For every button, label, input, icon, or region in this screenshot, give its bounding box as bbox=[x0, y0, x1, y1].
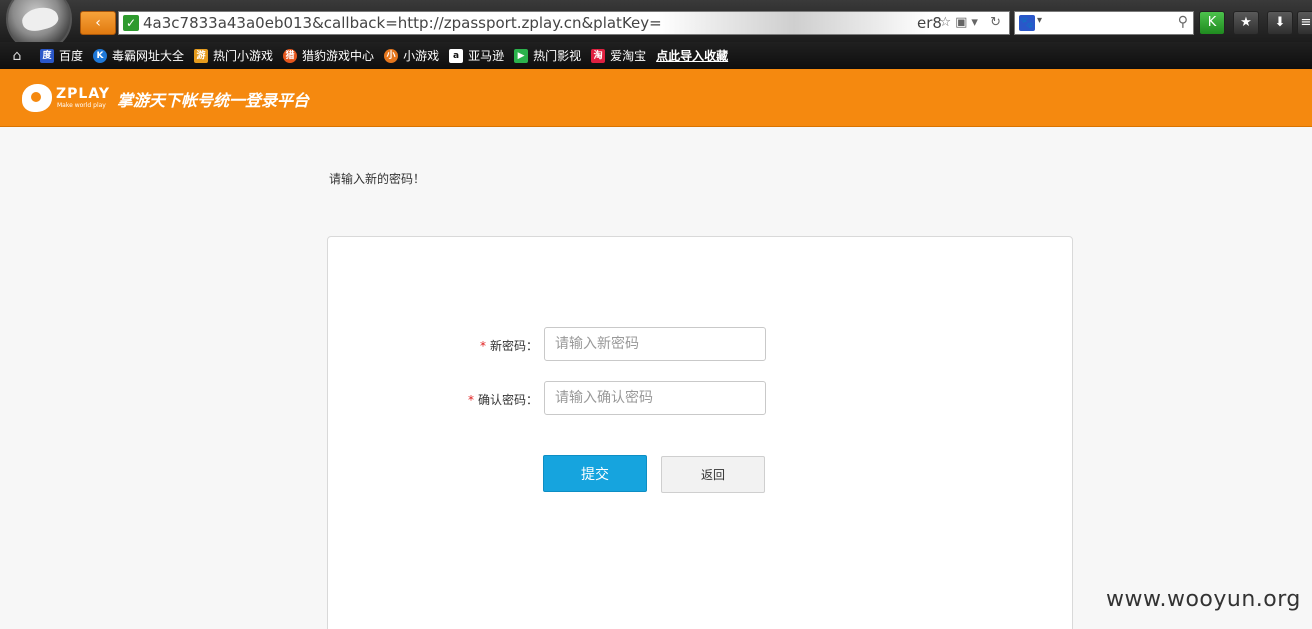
amazon-icon: a bbox=[449, 48, 464, 63]
submit-button[interactable]: 提交 bbox=[543, 455, 647, 492]
duba-icon: K bbox=[93, 48, 108, 63]
new-password-input[interactable] bbox=[544, 327, 766, 361]
bookmark-label: 猎豹游戏中心 bbox=[302, 49, 375, 63]
confirm-password-input[interactable] bbox=[544, 381, 766, 415]
search-input[interactable]: 🐾 ▾ ⚲ bbox=[1014, 11, 1194, 35]
bookmark-label: 爱淘宝 bbox=[610, 49, 647, 63]
star-icon: ★ bbox=[1240, 15, 1252, 30]
extension-k-button[interactable]: K bbox=[1199, 11, 1225, 35]
extension-k-icon: K bbox=[1207, 15, 1217, 30]
required-mark: * bbox=[467, 393, 474, 407]
bookmark-label: 热门影视 bbox=[533, 49, 582, 63]
field-label-text: 确认密码： bbox=[477, 393, 538, 407]
back-icon: ‹ bbox=[95, 15, 101, 31]
page-title: 掌游天下帐号统一登录平台 bbox=[117, 91, 310, 110]
reset-password-card bbox=[327, 236, 1073, 629]
download-icon: ⬇ bbox=[1274, 15, 1286, 30]
secure-check-icon: ✓ bbox=[123, 15, 139, 31]
browser-toolbar: ‹ ✓ 4a3c7833a43a0eb013&callback=http://z… bbox=[0, 0, 1312, 52]
search-icon[interactable]: ⚲ bbox=[1178, 14, 1188, 30]
watermark: www.wooyun.org bbox=[1106, 587, 1301, 612]
bookmark-baidu[interactable]: 度 百度 bbox=[40, 47, 83, 64]
bookmark-duba[interactable]: K 毒霸网址大全 bbox=[93, 47, 184, 64]
bookmark-hot-games[interactable]: 游 热门小游戏 bbox=[194, 47, 273, 64]
mini-game-icon: 小 bbox=[384, 48, 399, 63]
url-text: 4a3c7833a43a0eb013&callback=http://zpass… bbox=[143, 14, 662, 32]
menu-button[interactable]: ≡ bbox=[1297, 11, 1312, 35]
home-icon[interactable]: ⌂ bbox=[4, 48, 30, 64]
new-password-label: * 新密码： bbox=[474, 337, 538, 354]
instruction-text: 请输入新的密码！ bbox=[329, 172, 426, 186]
leopard-icon: 猎 bbox=[283, 48, 298, 63]
address-bar[interactable]: ✓ 4a3c7833a43a0eb013&callback=http://zpa… bbox=[118, 11, 1010, 35]
chevron-down-icon[interactable]: ▾ bbox=[1037, 15, 1042, 26]
address-bar-icons[interactable]: ☆▣▾ ↻ bbox=[940, 15, 1006, 30]
taobao-icon: 淘 bbox=[591, 48, 606, 63]
bookmark-movies[interactable]: ▶ 热门影视 bbox=[514, 47, 581, 64]
games-icon: 游 bbox=[194, 48, 209, 63]
back-button[interactable]: ‹ bbox=[80, 11, 116, 35]
required-mark: * bbox=[479, 339, 486, 353]
url-redaction bbox=[659, 12, 929, 34]
bookmark-label: 亚马逊 bbox=[468, 49, 505, 63]
logo-tagline: Make world play bbox=[57, 102, 106, 109]
bookmark-game-center[interactable]: 猎 猎豹游戏中心 bbox=[283, 47, 374, 64]
bookmark-amazon[interactable]: a 亚马逊 bbox=[449, 47, 504, 64]
import-bookmarks-link[interactable]: 点此导入收藏 bbox=[656, 47, 728, 64]
bookmark-label: 热门小游戏 bbox=[213, 49, 274, 63]
bookmark-label: 点此导入收藏 bbox=[656, 49, 729, 63]
logo-text: ZPLAY bbox=[56, 86, 110, 102]
bookmark-label: 小游戏 bbox=[403, 49, 440, 63]
bookmark-star-button[interactable]: ★ bbox=[1233, 11, 1259, 35]
bookmark-label: 毒霸网址大全 bbox=[112, 49, 185, 63]
bookmark-taobao[interactable]: 淘 爱淘宝 bbox=[591, 47, 646, 64]
confirm-password-label: * 确认密码： bbox=[462, 391, 538, 408]
return-button[interactable]: 返回 bbox=[661, 456, 765, 493]
bookmark-mini-games[interactable]: 小 小游戏 bbox=[384, 47, 439, 64]
menu-icon: ≡ bbox=[1300, 15, 1312, 30]
url-tail-text: er8 bbox=[917, 14, 942, 32]
play-icon: ▶ bbox=[514, 48, 529, 63]
baidu-icon: 度 bbox=[40, 48, 54, 63]
field-label-text: 新密码： bbox=[489, 339, 538, 353]
download-button[interactable]: ⬇ bbox=[1267, 11, 1293, 35]
bookmark-bar: ⌂ 度 百度 K 毒霸网址大全 游 热门小游戏 猎 猎豹游戏中心 小 小游戏 a… bbox=[0, 42, 1312, 69]
zplay-logo-icon[interactable] bbox=[22, 84, 52, 112]
bookmark-label: 百度 bbox=[59, 49, 84, 63]
search-engine-icon[interactable]: 🐾 bbox=[1019, 15, 1035, 31]
